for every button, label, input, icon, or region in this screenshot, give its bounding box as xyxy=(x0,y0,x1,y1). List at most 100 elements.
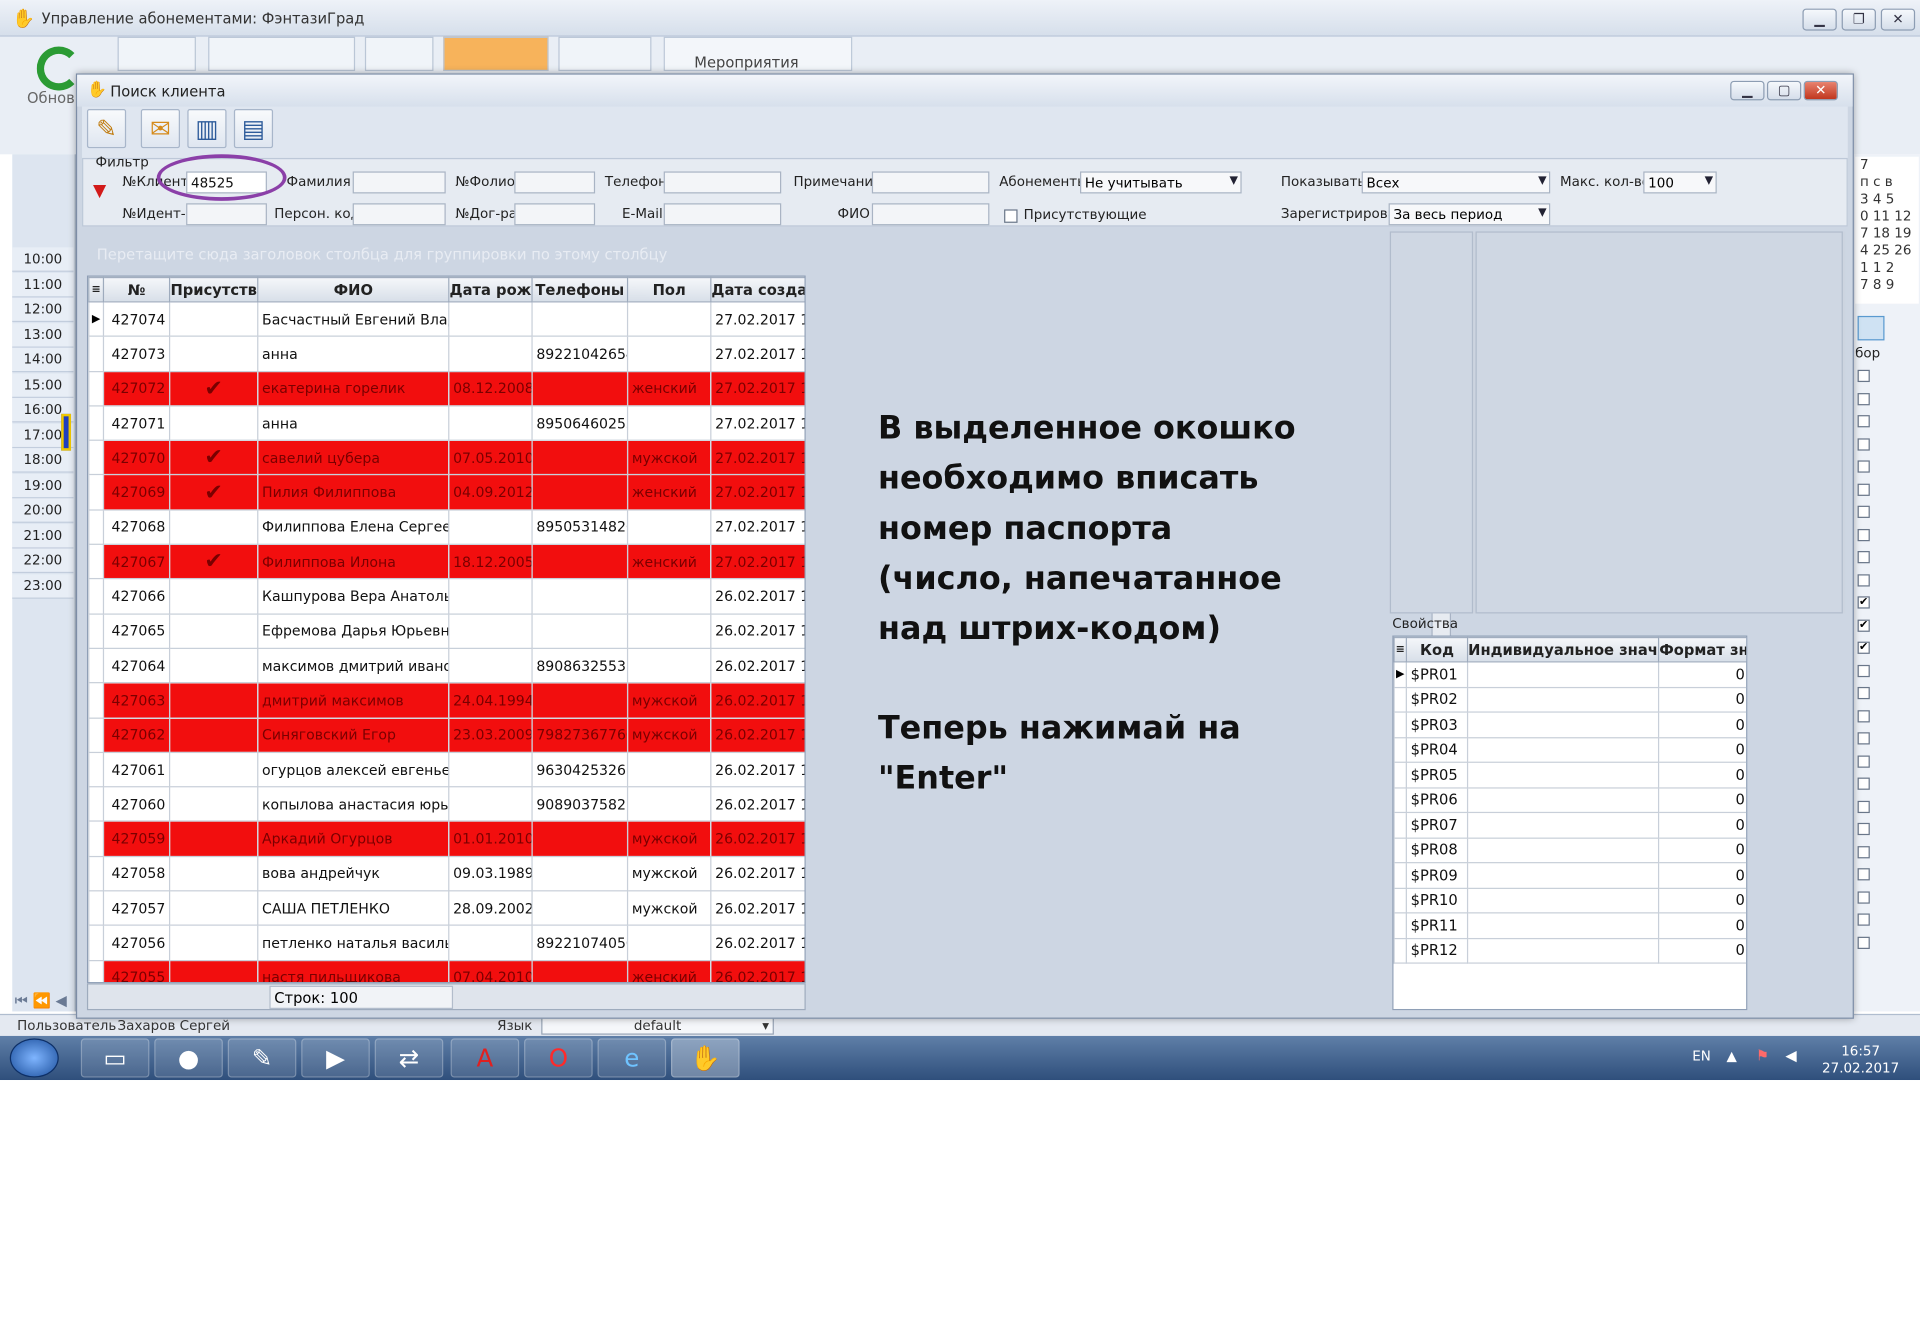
table-row[interactable]: 427071 анна 89506460253 27.02.2017 1 xyxy=(88,405,805,442)
property-individual-value[interactable] xyxy=(1466,686,1660,713)
table-row[interactable]: 427067 ✔ Филиппова Илона 18.12.2005 женский 2… xyxy=(88,543,805,580)
property-row[interactable]: $PR05 0 xyxy=(1393,761,1747,788)
strip-checkbox[interactable]: ✔ xyxy=(1857,596,1870,609)
column-chooser-icon[interactable]: ≡ xyxy=(1393,636,1407,663)
document-button[interactable] xyxy=(364,36,434,72)
internet-explorer-icon[interactable]: e xyxy=(597,1038,667,1078)
personal-code-input[interactable] xyxy=(352,203,446,226)
email-input[interactable] xyxy=(663,203,782,226)
calendar-view-icon[interactable] xyxy=(1857,315,1885,341)
strip-checkbox[interactable] xyxy=(1857,845,1870,858)
present-checkbox[interactable] xyxy=(1004,209,1018,223)
property-row[interactable]: $PR07 0 xyxy=(1393,811,1747,839)
max-count-select[interactable]: 100 ▼ xyxy=(1643,171,1717,194)
strip-checkbox[interactable] xyxy=(1857,890,1870,904)
strip-checkbox[interactable] xyxy=(1857,392,1870,405)
print-button[interactable] xyxy=(117,36,196,72)
props-column-format[interactable]: Формат зн xyxy=(1657,636,1747,663)
strip-checkbox[interactable]: ✔ xyxy=(1857,641,1870,654)
close-button[interactable]: ✕ xyxy=(1880,8,1916,31)
contract-input[interactable] xyxy=(514,203,596,226)
property-individual-value[interactable] xyxy=(1466,862,1660,889)
property-row[interactable]: $PR10 0 xyxy=(1393,887,1747,914)
property-row[interactable]: $PR08 0 xyxy=(1393,836,1747,864)
strip-checkbox[interactable] xyxy=(1857,369,1870,383)
column-header-fio[interactable]: ФИО xyxy=(257,276,450,303)
column-header-created[interactable]: Дата созда xyxy=(710,276,805,303)
paint-icon[interactable]: ✎ xyxy=(227,1038,297,1078)
calendar-button[interactable] xyxy=(558,36,652,72)
opera-icon[interactable]: O xyxy=(524,1038,593,1078)
strip-checkbox[interactable] xyxy=(1857,777,1870,790)
strip-checkbox[interactable] xyxy=(1857,822,1870,836)
strip-checkbox[interactable] xyxy=(1857,913,1870,926)
acrobat-icon[interactable]: A xyxy=(450,1038,520,1078)
strip-checkbox[interactable] xyxy=(1857,800,1870,813)
restore-button[interactable]: ❐ xyxy=(1841,8,1876,31)
property-individual-value[interactable] xyxy=(1466,912,1660,939)
strip-checkbox[interactable] xyxy=(1857,686,1870,700)
folio-input[interactable] xyxy=(514,171,596,194)
table-row[interactable]: 427056 петленко наталья василье 8922107405… xyxy=(88,924,805,961)
table-row[interactable]: 427059 Аркадий Огурцов 01.01.2010 мужской 26… xyxy=(88,820,805,857)
column-chooser-icon[interactable]: ≡ xyxy=(88,276,105,303)
tab-events[interactable]: Мероприятия xyxy=(663,36,853,72)
column-header-number[interactable]: № xyxy=(102,276,171,303)
chrome-icon[interactable]: ● xyxy=(154,1038,223,1078)
table-row[interactable]: 427069 ✔ Пилия Филиппова 04.09.2012 женский 2… xyxy=(88,474,805,511)
table-row[interactable]: ▶ 427074 Басчастный Евгений Влади 27.02.201… xyxy=(88,301,805,338)
props-column-value[interactable]: Индивидуальное значе xyxy=(1466,636,1660,663)
table-row[interactable]: 427064 максимов дмитрий иванов 89086325531… xyxy=(88,647,805,684)
minimize-button[interactable]: ▁ xyxy=(1802,8,1837,31)
column-header-birthdate[interactable]: Дата рож xyxy=(448,276,533,303)
app-taskbar-icon[interactable]: ✋ xyxy=(671,1038,740,1078)
strip-checkbox[interactable] xyxy=(1857,528,1870,541)
lastname-input[interactable] xyxy=(352,171,446,194)
subscriptions-select[interactable]: Не учитывать ▼ xyxy=(1080,171,1242,194)
table-row[interactable]: 427073 анна 89221042654 27.02.2017 1 xyxy=(88,335,805,372)
show-select[interactable]: Всех ▼ xyxy=(1361,171,1551,194)
note-input[interactable] xyxy=(871,171,990,194)
strip-checkbox[interactable] xyxy=(1857,664,1870,677)
strip-checkbox[interactable] xyxy=(1857,505,1870,518)
refresh-icon[interactable] xyxy=(36,46,81,91)
tools-button[interactable] xyxy=(208,36,356,72)
dialog-minimize-button[interactable]: ▁ xyxy=(1730,80,1765,101)
property-row[interactable]: $PR03 0 xyxy=(1393,711,1747,738)
language-select[interactable]: default ▾ xyxy=(541,1016,774,1035)
properties-grid[interactable]: ≡ Код Индивидуальное значе Формат зн ▶ $P… xyxy=(1392,635,1748,1011)
property-individual-value[interactable] xyxy=(1466,811,1660,839)
column-header-phones[interactable]: Телефоны xyxy=(531,276,629,303)
column-header-sex[interactable]: Пол xyxy=(626,276,712,303)
property-individual-value[interactable] xyxy=(1466,786,1660,814)
table-row[interactable]: 427058 вова андрейчук 09.03.1989 мужской 26.… xyxy=(88,855,805,892)
phone-input[interactable] xyxy=(663,171,782,194)
filter-icon[interactable]: ▼ xyxy=(93,181,106,201)
property-row[interactable]: $PR12 0 xyxy=(1393,937,1747,964)
table-row[interactable]: 427066 Кашпурова Вера Анатолье 26.02.2017 … xyxy=(88,578,805,615)
strip-checkbox[interactable] xyxy=(1857,573,1870,586)
strip-checkbox[interactable] xyxy=(1857,460,1870,473)
taskbar-clock[interactable]: 16:57 27.02.2017 xyxy=(1822,1043,1899,1077)
table-row[interactable]: 427061 огурцов алексей евгеньев 9630425326… xyxy=(88,751,805,788)
strip-checkbox[interactable] xyxy=(1857,732,1870,745)
property-row[interactable]: $PR06 0 xyxy=(1393,786,1747,814)
property-individual-value[interactable] xyxy=(1466,887,1660,914)
start-button[interactable] xyxy=(9,1038,59,1078)
edit-client-icon[interactable]: ✎ xyxy=(86,108,127,149)
props-column-code[interactable]: Код xyxy=(1405,636,1469,663)
table-row[interactable]: 427062 Синяговский Егор 23.03.2009 79827367… xyxy=(88,717,805,753)
property-row[interactable]: $PR02 0 xyxy=(1393,686,1747,713)
fio-input[interactable] xyxy=(871,203,990,226)
table-row[interactable]: 427065 Ефремова Дарья Юрьевна 26.02.2017 1 xyxy=(88,613,805,649)
property-individual-value[interactable] xyxy=(1466,937,1660,964)
property-row[interactable]: $PR04 0 xyxy=(1393,736,1747,763)
strip-checkbox[interactable] xyxy=(1857,415,1870,428)
property-row[interactable]: $PR11 0 xyxy=(1393,912,1747,939)
property-individual-value[interactable] xyxy=(1466,661,1660,688)
barcode-icon[interactable]: ▥ xyxy=(187,108,227,149)
dialog-maximize-button[interactable]: ▢ xyxy=(1766,80,1802,101)
teamviewer-icon[interactable]: ⇄ xyxy=(374,1038,444,1078)
layout-button[interactable] xyxy=(443,36,549,72)
property-individual-value[interactable] xyxy=(1466,736,1660,763)
